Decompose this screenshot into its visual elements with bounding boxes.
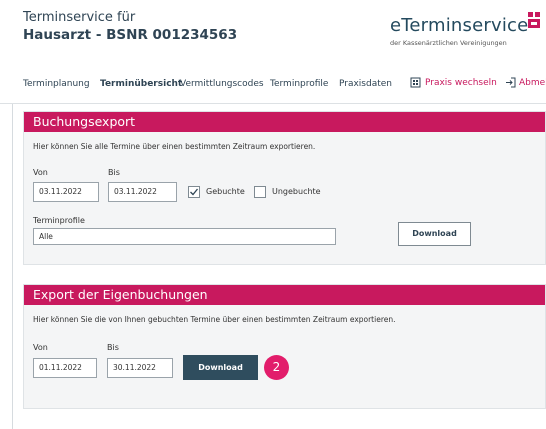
step-number-badge: 2: [264, 355, 289, 380]
logout-link[interactable]: Abmelde: [505, 77, 546, 88]
booking-export-description: Hier können Sie alle Termine über einen …: [33, 142, 316, 151]
own-export-panel: Export der Eigenbuchungen Hier können Si…: [23, 284, 546, 409]
logout-label: Abmelde: [519, 77, 546, 88]
unbooked-label: Ungebuchte: [272, 187, 321, 196]
nav-item-terminprofile[interactable]: Terminprofile: [270, 79, 328, 89]
to-date-field[interactable]: 03.11.2022: [108, 182, 177, 202]
from-date-label: Von: [33, 168, 48, 177]
booking-download-button[interactable]: Download: [398, 222, 471, 246]
own-download-button[interactable]: Download: [183, 355, 258, 380]
booked-label: Gebuchte: [206, 187, 245, 196]
logout-icon: [506, 77, 516, 88]
profiles-label: Terminprofile: [33, 216, 85, 225]
switch-practice-label: Praxis wechseln: [425, 77, 497, 88]
booking-export-panel: Buchungsexport Hier können Sie alle Term…: [23, 111, 546, 265]
own-to-date-field[interactable]: 30.11.2022: [107, 358, 173, 378]
nav-item-terminuebersicht[interactable]: Terminübersicht: [100, 79, 182, 89]
own-export-title: Export der Eigenbuchungen: [24, 285, 545, 305]
own-export-description: Hier können Sie die von Ihnen gebuchten …: [33, 315, 396, 324]
building-icon: [410, 77, 421, 88]
from-date-field[interactable]: 03.11.2022: [33, 182, 99, 202]
to-date-label: Bis: [108, 168, 120, 177]
service-title: Terminservice für: [23, 10, 136, 25]
main-nav: Terminplanung Terminübersicht Vermittlun…: [0, 64, 546, 104]
booking-export-title: Buchungsexport: [24, 112, 545, 132]
switch-practice-link[interactable]: Praxis wechseln: [410, 77, 497, 88]
unbooked-checkbox[interactable]: [254, 186, 266, 198]
brand-subtitle: der Kassenärztlichen Vereinigungen: [390, 39, 507, 47]
own-to-date-label: Bis: [107, 343, 119, 352]
brand-logo-text: eTerminservice: [390, 15, 529, 36]
profiles-select[interactable]: Alle: [33, 228, 336, 245]
nav-item-praxisdaten[interactable]: Praxisdaten: [339, 79, 392, 89]
nav-item-terminplanung[interactable]: Terminplanung: [23, 79, 90, 89]
own-from-date-field[interactable]: 01.11.2022: [33, 358, 97, 378]
checkmark-icon: [190, 188, 199, 196]
own-from-date-label: Von: [33, 343, 48, 352]
app-header: Terminservice für Hausarzt - BSNR 001234…: [0, 0, 546, 64]
nav-item-vermittlungscodes[interactable]: Vermittlungscodes: [180, 79, 264, 89]
practice-title: Hausarzt - BSNR 001234563: [23, 27, 238, 43]
brand-logo-icon: [528, 12, 540, 28]
booked-checkbox[interactable]: [188, 186, 200, 198]
